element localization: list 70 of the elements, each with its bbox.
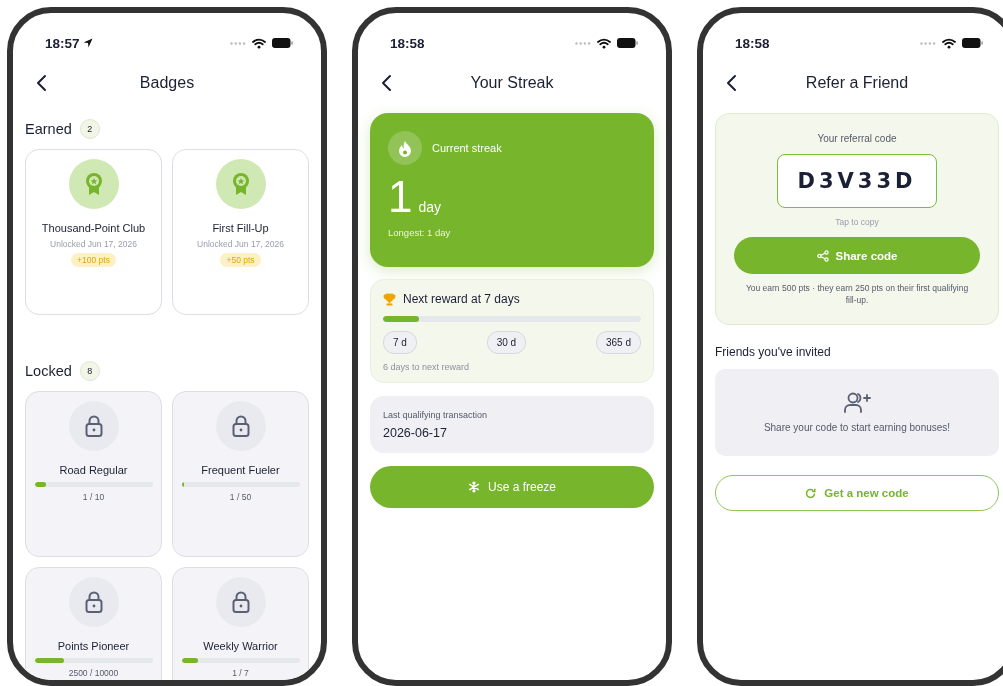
battery-icon — [272, 38, 293, 48]
badge-card[interactable]: Road Regular 1 / 10 — [25, 391, 162, 557]
streak-label: Current streak — [432, 142, 502, 154]
signal-dots-icon — [575, 41, 591, 45]
progress-count: 1 / 10 — [82, 492, 105, 502]
status-time: 18:58 — [735, 35, 770, 51]
milestone-chip: 30 d — [486, 331, 527, 354]
refresh-icon — [805, 487, 817, 499]
longest-streak: Longest: 1 day — [388, 227, 452, 238]
signal-dots-icon — [230, 41, 246, 45]
battery-icon — [617, 38, 638, 48]
badge-card[interactable]: Points Pioneer 2500 / 10000 — [25, 567, 162, 680]
streak-number: 1 — [388, 173, 413, 221]
referral-code[interactable]: D3V33D — [777, 154, 937, 208]
unlock-date: Unlocked Jun 17, 2026 — [197, 239, 284, 249]
battery-icon — [962, 38, 983, 48]
screen-title: Your Streak — [470, 74, 554, 92]
status-time: 18:57 — [45, 35, 93, 51]
transaction-label: Last qualifying transaction — [383, 410, 489, 420]
screen-title: Badges — [139, 74, 195, 92]
points-tag: +100 pts — [71, 253, 116, 267]
reward-title: Next reward at 7 days — [403, 292, 520, 306]
transaction-date: 2026-06-17 — [383, 426, 448, 440]
screen-title: Refer a Friend — [805, 74, 909, 92]
lock-icon — [84, 415, 103, 437]
lock-icon — [84, 591, 103, 613]
badge-card[interactable]: Thousand-Point Club Unlocked Jun 17, 2026 +100 pts — [25, 149, 162, 315]
section-title: Earned — [25, 121, 72, 137]
wifi-icon — [597, 37, 611, 49]
badge-card[interactable]: Weekly Warrior 1 / 7 — [172, 567, 309, 680]
empty-state-text: Share your code to start earning bonuses! — [763, 422, 951, 433]
share-icon — [816, 249, 829, 262]
back-icon[interactable] — [35, 74, 49, 92]
count-badge: 8 — [79, 361, 100, 381]
back-icon[interactable] — [725, 74, 739, 92]
referral-label: Your referral code — [817, 133, 897, 144]
badge-name: Road Regular — [59, 464, 128, 476]
wifi-icon — [252, 37, 266, 49]
back-icon[interactable] — [380, 74, 394, 92]
badge-name: Frequent Fueler — [201, 464, 280, 476]
points-tag: +50 pts — [220, 253, 261, 267]
reward-note: 6 days to next reward — [383, 362, 471, 372]
snowflake-icon — [467, 481, 480, 493]
count-badge: 2 — [79, 119, 100, 139]
progress-count: 1 / 7 — [232, 668, 249, 678]
referral-note: You earn 500 pts · they earn 250 pts on their first qualifying fill-up. — [744, 282, 970, 306]
milestone-chip: 365 d — [595, 331, 641, 354]
badge-name: First Fill-Up — [212, 222, 269, 234]
location-arrow-icon — [82, 38, 93, 48]
lock-icon — [231, 415, 250, 437]
section-title: Locked — [25, 363, 72, 379]
status-time: 18:58 — [390, 35, 425, 51]
wifi-icon — [942, 37, 956, 49]
badge-name: Thousand-Point Club — [41, 222, 146, 234]
streak-unit: day — [418, 199, 442, 215]
badge-name: Weekly Warrior — [203, 640, 278, 652]
add-user-icon — [843, 392, 871, 414]
lock-icon — [231, 591, 250, 613]
badge-card[interactable]: Frequent Fueler 1 / 50 — [172, 391, 309, 557]
progress-count: 2500 / 10000 — [68, 668, 119, 678]
progress-count: 1 / 50 — [229, 492, 252, 502]
copy-hint: Tap to copy — [835, 217, 879, 227]
unlock-date: Unlocked Jun 17, 2026 — [50, 239, 137, 249]
section-title: Friends you've invited — [715, 345, 832, 359]
signal-dots-icon — [920, 41, 936, 45]
trophy-icon — [383, 292, 396, 306]
milestone-chip: 7 d — [383, 331, 417, 354]
flame-icon — [398, 139, 412, 157]
badge-name: Points Pioneer — [57, 640, 130, 652]
badge-card[interactable]: First Fill-Up Unlocked Jun 17, 2026 +50 pts — [172, 149, 309, 315]
